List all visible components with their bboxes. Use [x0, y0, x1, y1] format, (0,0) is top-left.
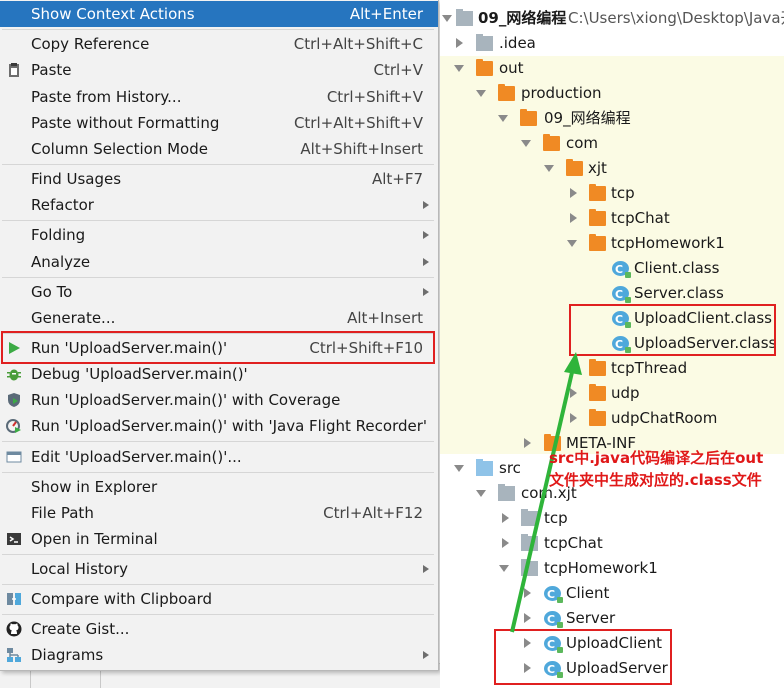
menu-item-shortcut: Ctrl+Alt+F12: [323, 504, 423, 522]
menu-item-folding[interactable]: Folding: [0, 222, 438, 248]
menu-item-label: Create Gist...: [31, 620, 130, 638]
annotation-text: src中.java代码编译之后在out 文件夹中生成对应的.class文件: [549, 447, 763, 491]
menu-item-local-history[interactable]: Local History: [0, 556, 438, 582]
menu-item-shortcut: Ctrl+Shift+V: [326, 88, 423, 106]
menu-item-shortcut: Ctrl+Alt+Shift+V: [293, 114, 423, 132]
compare-icon: [7, 593, 21, 605]
menu-item-label: Analyze: [31, 253, 91, 271]
menu-item-label: Open in Terminal: [31, 530, 158, 548]
menu-item-label: Edit 'UploadServer.main()'...: [31, 448, 242, 466]
arrow-shaft: [510, 367, 575, 633]
menu-item-column-selection-mode[interactable]: Column Selection Mode Alt+Shift+Insert: [0, 136, 438, 162]
edit-config-icon: [6, 451, 22, 463]
menu-item-show-in-explorer[interactable]: Show in Explorer: [0, 474, 438, 500]
menu-item-label: Local History: [31, 560, 129, 578]
menu-item-file-path[interactable]: File Path Ctrl+Alt+F12: [0, 500, 438, 526]
paste-icon: [9, 63, 19, 77]
menu-separator: [2, 441, 434, 442]
menu-item-compare-with-clipboard[interactable]: Compare with Clipboard: [0, 586, 438, 612]
menu-item-diagrams[interactable]: Diagrams: [0, 642, 438, 668]
debug-icon: [7, 369, 21, 381]
menu-item-label: Column Selection Mode: [31, 140, 208, 158]
menu-item-label: Paste: [31, 61, 72, 79]
github-icon: [6, 621, 22, 637]
submenu-arrow-icon: [423, 201, 429, 209]
submenu-arrow-icon: [423, 231, 429, 239]
menu-item-shortcut: Ctrl+Alt+Shift+C: [293, 35, 423, 53]
menu-item-paste-without-formatting[interactable]: Paste without Formatting Ctrl+Alt+Shift+…: [0, 110, 438, 136]
run-item-highlight-box: [1, 331, 435, 364]
menu-item-paste-from-history[interactable]: Paste from History... Ctrl+Shift+V: [0, 84, 438, 110]
menu-item-label: Run 'UploadServer.main()' with 'Java Fli…: [31, 417, 428, 435]
menu-item-label: Diagrams: [31, 646, 104, 664]
menu-item-generate[interactable]: Generate... Alt+Insert: [0, 305, 438, 331]
arrow-head-icon: [564, 352, 582, 375]
menu-separator: [2, 220, 434, 221]
menu-item-shortcut: Alt+F7: [371, 170, 423, 188]
menu-separator: [2, 472, 434, 473]
menu-item-copy-reference[interactable]: Copy Reference Ctrl+Alt+Shift+C: [0, 31, 438, 57]
terminal-icon: [7, 533, 21, 545]
menu-item-label: Find Usages: [31, 170, 122, 188]
menu-item-label: File Path: [31, 504, 94, 522]
menu-item-label: Run 'UploadServer.main()' with Coverage: [31, 391, 341, 409]
menu-item-shortcut: Alt+Shift+Insert: [300, 140, 423, 158]
menu-separator: [2, 554, 434, 555]
menu-item-label: Generate...: [31, 309, 116, 327]
menu-item-refactor[interactable]: Refactor: [0, 192, 438, 218]
context-menu: Show Context Actions Alt+Enter Copy Refe…: [0, 0, 439, 671]
menu-item-label: Show in Explorer: [31, 478, 158, 496]
submenu-arrow-icon: [423, 258, 429, 266]
annotation-line-2: 文件夹中生成对应的.class文件: [549, 471, 762, 489]
submenu-arrow-icon: [423, 651, 429, 659]
menu-item-shortcut: Alt+Insert: [347, 309, 423, 327]
profiler-icon: [6, 419, 21, 433]
menu-item-label: Copy Reference: [31, 35, 150, 53]
menu-item-label: Paste without Formatting: [31, 114, 220, 132]
annotation-line-1: src中.java代码编译之后在out: [549, 449, 764, 467]
menu-item-edit-configuration[interactable]: Edit 'UploadServer.main()'...: [0, 444, 438, 470]
menu-item-shortcut: Alt+Enter: [349, 5, 423, 23]
menu-item-shortcut: Ctrl+V: [373, 61, 423, 79]
menu-item-analyze[interactable]: Analyze: [0, 249, 438, 275]
menu-item-label: Folding: [31, 226, 86, 244]
menu-item-label: Compare with Clipboard: [31, 590, 213, 608]
menu-separator: [2, 164, 434, 165]
menu-item-label: Go To: [31, 283, 73, 301]
menu-item-run-with-flight-recorder[interactable]: Run 'UploadServer.main()' with 'Java Fli…: [0, 413, 438, 439]
coverage-icon: [8, 393, 20, 407]
submenu-arrow-icon: [423, 288, 429, 296]
menu-item-label: Debug 'UploadServer.main()': [31, 365, 248, 383]
diagram-icon: [7, 648, 21, 662]
menu-item-label: Paste from History...: [31, 88, 182, 106]
menu-item-show-context-actions[interactable]: Show Context Actions Alt+Enter: [0, 1, 438, 27]
project-tree: 09_网络编程 C:\Users\xiong\Desktop\Java开 .id…: [440, 0, 784, 688]
menu-item-debug[interactable]: Debug 'UploadServer.main()': [0, 361, 438, 387]
menu-separator: [2, 584, 434, 585]
menu-item-label: Refactor: [31, 196, 94, 214]
menu-separator: [2, 277, 434, 278]
menu-item-label: Show Context Actions: [31, 5, 195, 23]
menu-item-paste[interactable]: Paste Ctrl+V: [0, 57, 438, 83]
annotation-arrow: [510, 352, 582, 633]
submenu-arrow-icon: [423, 565, 429, 573]
menu-separator: [2, 614, 434, 615]
menu-item-go-to[interactable]: Go To: [0, 279, 438, 305]
menu-item-find-usages[interactable]: Find Usages Alt+F7: [0, 166, 438, 192]
menu-separator: [2, 29, 434, 30]
menu-item-run-with-coverage[interactable]: Run 'UploadServer.main()' with Coverage: [0, 387, 438, 413]
menu-item-open-in-terminal[interactable]: Open in Terminal: [0, 526, 438, 552]
menu-item-create-gist[interactable]: Create Gist...: [0, 616, 438, 642]
